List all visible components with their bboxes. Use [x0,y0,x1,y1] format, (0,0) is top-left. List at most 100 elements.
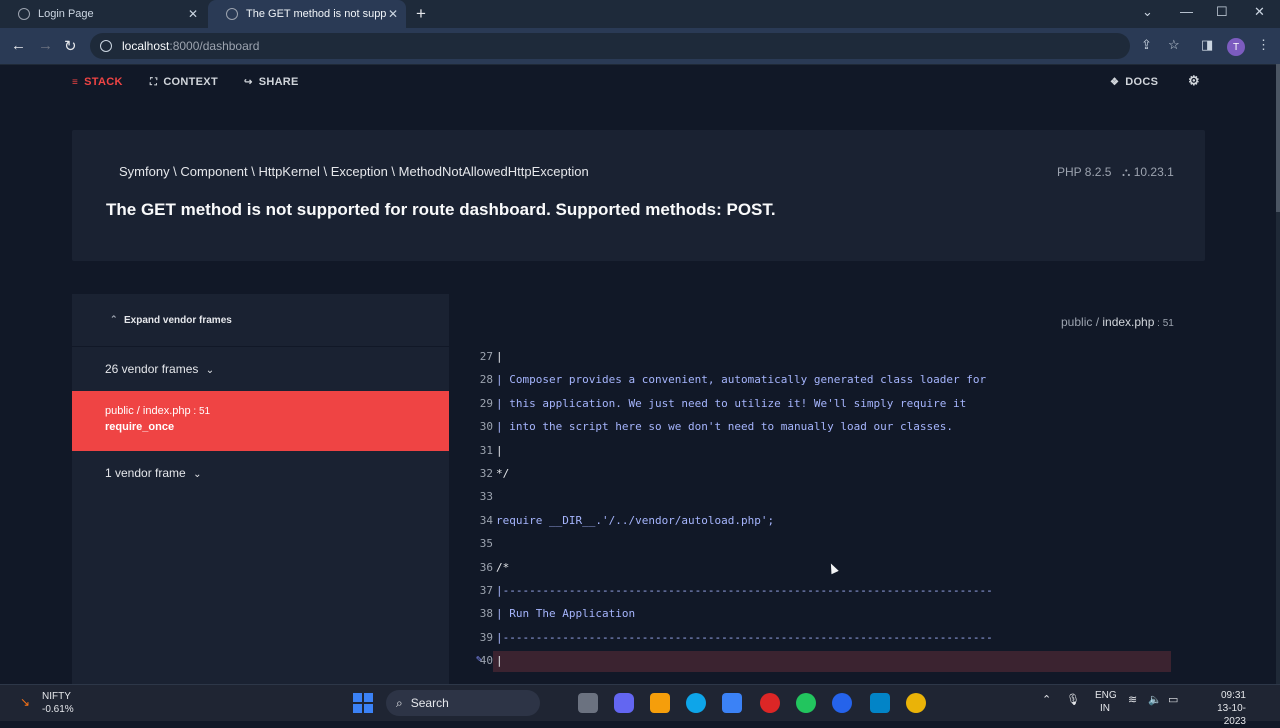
opera-browser-icon[interactable] [760,693,780,713]
forward-arrow-icon[interactable]: → [38,37,53,54]
code-line: 28 | Composer provides a convenient, auto… [449,369,1205,392]
wifi-icon[interactable]: ≋ [1128,693,1137,706]
line-number[interactable]: 38 [449,607,493,620]
site-info-icon[interactable] [100,40,112,52]
maximize-icon[interactable]: ☐ [1216,4,1228,20]
side-panel-icon[interactable]: ◨ [1201,37,1213,53]
search-label: Search [410,696,449,710]
line-number[interactable]: 34 [449,514,493,527]
file-explorer-icon[interactable] [650,693,670,713]
vendor-frames-group[interactable]: 26 vendor frames ⌄ [105,362,214,376]
scrollbar-thumb[interactable] [1276,64,1280,212]
tab-error-page[interactable]: The GET method is not supported ✕ [208,0,406,28]
line-number[interactable]: 33 [449,490,493,503]
line-number[interactable]: 30 [449,420,493,433]
tab-title: The GET method is not supported [246,8,386,20]
zoom-icon[interactable] [832,693,852,713]
file-line-number: 51 [1162,318,1174,329]
frame-file-name: index.php [142,405,191,417]
vendor-frames-label: 26 vendor frames [105,362,199,376]
page-scrollbar[interactable] [1276,64,1280,684]
tab-list-chevron-icon[interactable]: ⌄ [1142,4,1153,20]
store-icon[interactable] [722,693,742,713]
nav-context[interactable]: ⛶ CONTEXT [150,76,218,88]
tab-login-page[interactable]: Login Page ✕ [0,0,206,28]
line-source: */ [496,467,510,480]
teams-chat-icon[interactable] [614,693,634,713]
code-snippet: public / index.php : 51 27 | 28 | Composer … [449,294,1205,694]
search-icon: ⌕ [396,695,403,710]
share-page-icon[interactable]: ⇪ [1141,37,1152,53]
nav-docs[interactable]: ❖ DOCS [1110,76,1158,88]
windows-start-icon[interactable] [353,693,373,713]
code-line: 39 |-------------------------------------… [449,627,1205,650]
globe-icon [226,8,238,20]
stock-widget[interactable]: ↘ NIFTY -0.61% [20,691,74,715]
clock-time: 09:31 [1220,690,1246,701]
frame-file: public / index.php : 51 [105,405,210,417]
line-number[interactable]: 40 [449,654,493,667]
reload-icon[interactable]: ↻ [64,37,77,55]
line-source: | this application. We just need to util… [496,396,967,410]
vendor-frames-label: 1 vendor frame [105,466,186,480]
menu-icon[interactable]: ⋮ [1257,37,1270,53]
code-line: 31 | [449,440,1205,463]
line-number[interactable]: 35 [449,537,493,550]
frame-method: require_once [105,421,175,433]
line-number[interactable]: 37 [449,584,493,597]
vscode-icon[interactable] [870,693,890,713]
close-tab-icon[interactable]: ✕ [388,7,398,21]
code-line: 32 */ [449,463,1205,486]
task-view-icon[interactable] [578,693,598,713]
line-source: | [496,443,503,457]
system-clock[interactable]: 09:31 13-10-2023 [1196,689,1246,728]
browser-toolbar: ← → ↻ localhost:8000/dashboard ⇪ ☆ ◨ ⋮ [0,28,1280,64]
close-tab-icon[interactable]: ✕ [188,7,198,21]
nav-stack[interactable]: ≡ STACK [72,76,123,88]
new-tab-button[interactable]: + [416,4,426,24]
nav-share[interactable]: ↪ SHARE [244,76,299,88]
line-number[interactable]: 31 [449,444,493,457]
nav-stack-label: STACK [84,76,123,88]
edge-browser-icon[interactable] [686,693,706,713]
chrome-icon[interactable] [796,693,816,713]
exception-header: Symfony \ Component \ HttpKernel \ Excep… [72,130,1205,261]
nav-share-label: SHARE [258,76,299,88]
trend-icon: ↘ [20,695,31,709]
frame-line-sep: : [190,406,199,417]
code-line: 30 | into the script here so we don't nee… [449,416,1205,439]
show-hidden-icons-chevron[interactable]: ⌃ [1042,693,1051,706]
active-frame[interactable]: public / index.php : 51 require_once [72,391,449,451]
profile-avatar[interactable]: T [1227,38,1245,56]
minimize-icon[interactable]: — [1180,4,1193,19]
code-line: 38 | Run The Application [449,603,1205,626]
line-number[interactable]: 28 [449,373,493,386]
vendor-frames-group[interactable]: 1 vendor frame ⌄ [105,466,201,480]
microphone-icon[interactable]: 🎙 [1066,693,1080,706]
line-source: | Composer provides a convenient, automa… [496,373,987,387]
volume-icon[interactable]: 🔈 [1148,693,1162,706]
address-bar[interactable]: localhost:8000/dashboard [90,33,1130,59]
line-source: | into the script here so we don't need … [496,420,953,434]
line-number[interactable]: 39 [449,631,493,644]
chrome-profile-icon[interactable] [906,693,926,713]
line-number[interactable]: 36 [449,561,493,574]
line-source: /* [496,560,510,574]
back-arrow-icon[interactable]: ← [11,37,26,54]
close-window-icon[interactable]: ✕ [1254,4,1265,20]
battery-icon[interactable]: ▭ [1168,693,1178,706]
taskbar-search[interactable]: ⌕ Search [386,690,540,716]
line-number[interactable]: 29 [449,397,493,410]
line-number[interactable]: 27 [449,350,493,363]
bookmark-star-icon[interactable]: ☆ [1168,37,1180,53]
url-host: localhost [122,39,170,53]
frames-list: ⌃ Expand vendor frames 26 vendor frames … [72,294,449,694]
php-version: PHP 8.2.5 [1057,165,1112,179]
expand-chevrons-icon: ⌃ [110,314,118,324]
code-file-header[interactable]: public / index.php : 51 [1061,315,1174,329]
language-indicator[interactable]: ENG IN [1095,689,1117,715]
line-number[interactable]: 32 [449,467,493,480]
line-source: | [496,350,503,363]
settings-gear-icon[interactable]: ⚙ [1188,73,1200,89]
expand-vendor-frames-button[interactable]: ⌃ Expand vendor frames [72,294,449,347]
